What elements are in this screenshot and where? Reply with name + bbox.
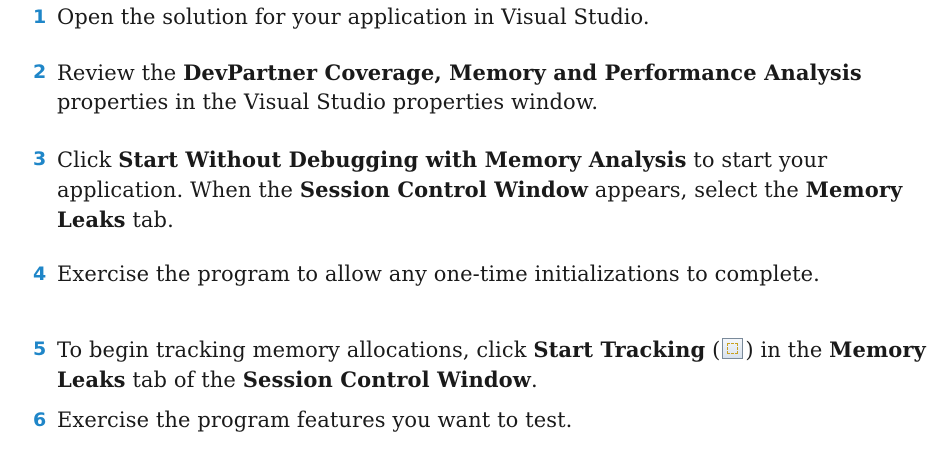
step-4: 4 Exercise the program to allow any one-… [0,260,929,289]
step-text: Click [57,148,119,172]
step-text: tab. [125,208,174,232]
ui-term: Session Control Window [299,177,589,202]
ui-term: Start Without Debugging with Memory Anal… [118,147,687,172]
step-6: 6 Exercise the program features you want… [0,406,929,435]
ui-term: Session Control Window [242,367,531,392]
step-text: Exercise the program features you want t… [57,408,573,432]
step-1: 1 Open the solution for your application… [0,3,929,32]
step-text: ) in the [745,338,830,362]
step-text: Exercise the program to allow any one-ti… [57,262,820,286]
step-number: 3 [33,148,47,170]
step-5: 5 To begin tracking memory allocations, … [0,335,929,395]
step-text: tab of the [125,368,243,392]
step-number: 6 [33,409,47,431]
ui-term: DevPartner Coverage, Memory and Performa… [183,60,862,85]
step-text: properties in the Visual Studio properti… [57,90,599,114]
step-number: 5 [33,338,47,360]
step-text: To begin tracking memory allocations, cl… [57,338,534,362]
step-text: . [530,368,538,392]
step-number: 4 [33,263,47,285]
step-3: 3 Click Start Without Debugging with Mem… [0,145,929,235]
step-number: 2 [33,61,47,83]
start-tracking-icon [722,338,744,359]
step-text: Review the [57,61,184,85]
step-2: 2 Review the DevPartner Coverage, Memory… [0,58,929,117]
ui-term: Start Tracking [533,337,706,362]
step-text: Open the solution for your application i… [57,5,650,29]
step-text: ( [705,338,721,362]
step-number: 1 [33,6,47,28]
step-text: appears, select the [588,178,806,202]
